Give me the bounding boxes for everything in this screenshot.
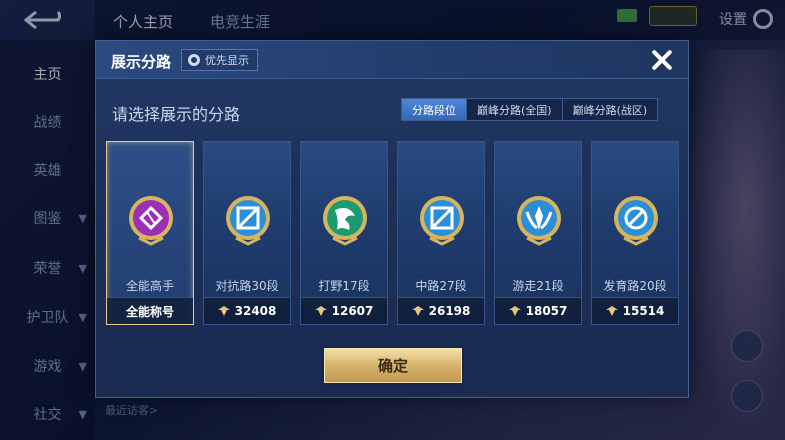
lane-card-footer: 26198 xyxy=(398,297,484,324)
lane-card-footer: 15514 xyxy=(592,297,678,324)
priority-display-button[interactable]: 优先显示 xyxy=(181,49,258,71)
lane-card-score: 26198 xyxy=(428,304,471,318)
dialog-header: 展示分路 优先显示 xyxy=(96,41,688,79)
lane-card-roam[interactable]: 游走21段 18057 xyxy=(494,141,582,325)
lane-display-dialog: 展示分路 优先显示 请选择展示的分路 分路段位 巅峰分路(全国) 巅峰分路(战区… xyxy=(95,40,689,398)
tab-lane-rank[interactable]: 分路段位 xyxy=(402,99,467,120)
lane-card-name: 对抗路30段 xyxy=(215,279,279,293)
dialog-title: 展示分路 xyxy=(111,53,172,71)
rank-up-icon xyxy=(411,306,424,316)
lane-card-mid[interactable]: 中路27段 26198 xyxy=(397,141,485,325)
lane-tab-group: 分路段位 巅峰分路(全国) 巅峰分路(战区) xyxy=(401,98,659,121)
priority-label: 优先显示 xyxy=(205,54,249,67)
lane-card-score: 15514 xyxy=(622,304,665,318)
confirm-button[interactable]: 确定 xyxy=(324,348,462,383)
lane-card-score: 32408 xyxy=(234,304,277,318)
clash-lane-emblem-icon xyxy=(226,196,270,246)
rank-up-icon xyxy=(605,306,618,316)
lane-card-jungle[interactable]: 打野17段 12607 xyxy=(300,141,388,325)
lane-card-list: 全能高手 全能称号 对抗路30段 32408 打野17段 12607 中路27段… xyxy=(106,141,682,327)
rank-up-icon xyxy=(508,306,521,316)
lane-card-footer: 全能称号 xyxy=(107,297,193,324)
lane-card-name: 发育路20段 xyxy=(603,279,667,293)
tab-peak-national[interactable]: 巅峰分路(全国) xyxy=(467,99,563,120)
gear-icon xyxy=(188,54,200,66)
lane-card-name: 中路27段 xyxy=(415,279,467,293)
dialog-prompt: 请选择展示的分路 xyxy=(112,105,241,124)
lane-card-clash[interactable]: 对抗路30段 32408 xyxy=(203,141,291,325)
lane-card-footer: 12607 xyxy=(301,297,387,324)
lane-card-footer: 32408 xyxy=(204,297,290,324)
lane-card-name: 游走21段 xyxy=(512,279,564,293)
lane-card-all-round[interactable]: 全能高手 全能称号 xyxy=(106,141,194,325)
rank-up-icon xyxy=(314,306,327,316)
lane-card-footer: 18057 xyxy=(495,297,581,324)
lane-card-score: 12607 xyxy=(331,304,374,318)
jungle-emblem-icon xyxy=(323,196,367,246)
close-button[interactable] xyxy=(649,47,675,73)
mid-lane-emblem-icon xyxy=(420,196,464,246)
lane-card-title: 全能称号 xyxy=(125,304,174,319)
lane-card-name: 全能高手 xyxy=(125,279,174,293)
lane-card-farm[interactable]: 发育路20段 15514 xyxy=(591,141,679,325)
farm-lane-emblem-icon xyxy=(614,196,658,246)
roam-emblem-icon xyxy=(517,196,561,246)
rank-up-icon xyxy=(217,306,230,316)
tab-peak-region[interactable]: 巅峰分路(战区) xyxy=(562,99,658,120)
lane-card-score: 18057 xyxy=(525,304,568,318)
all-round-emblem-icon xyxy=(129,196,173,246)
lane-card-name: 打野17段 xyxy=(318,279,370,293)
